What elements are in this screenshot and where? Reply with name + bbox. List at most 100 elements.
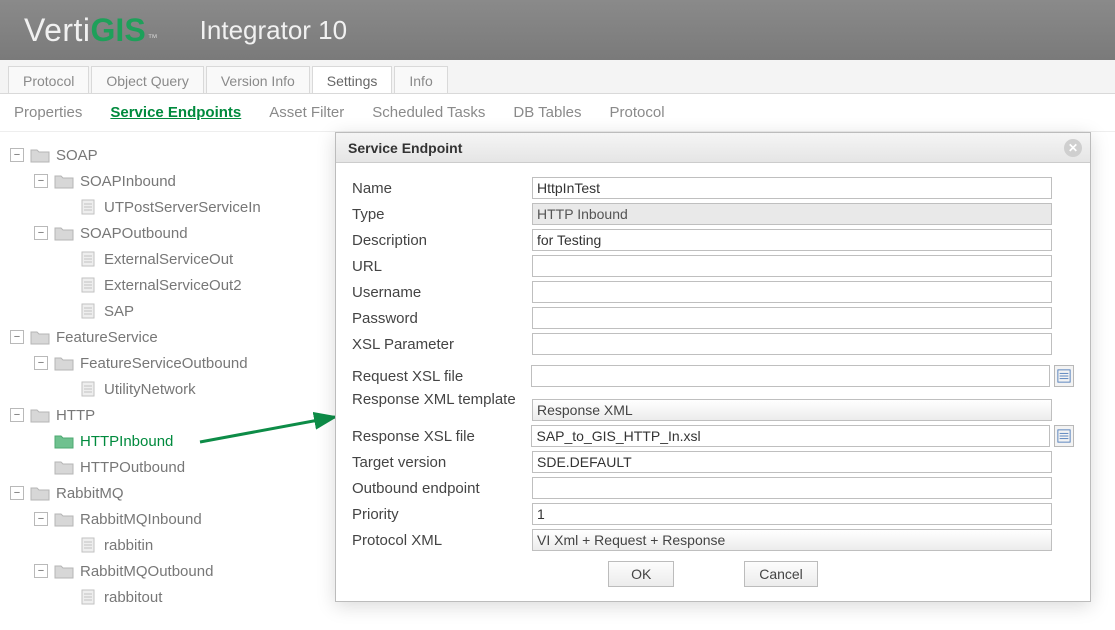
- url-label: URL: [352, 258, 532, 275]
- tab-info[interactable]: Info: [394, 66, 447, 93]
- subtab-protocol[interactable]: Protocol: [610, 104, 665, 121]
- tree-node-label[interactable]: rabbitin: [104, 537, 153, 554]
- file-icon: [78, 251, 98, 267]
- tree-node-rabbitmqinbound[interactable]: − RabbitMQInbound: [6, 506, 334, 532]
- tab-protocol[interactable]: Protocol: [8, 66, 89, 93]
- tree-node-rabbitin[interactable]: rabbitin: [6, 532, 334, 558]
- tree-node-rabbitmq[interactable]: − RabbitMQ: [6, 480, 334, 506]
- main-tabbar: ProtocolObject QueryVersion InfoSettings…: [0, 60, 1115, 94]
- tree-node-label[interactable]: rabbitout: [104, 589, 162, 606]
- description-input[interactable]: [532, 229, 1052, 251]
- response-xsl-input[interactable]: [531, 425, 1050, 447]
- tree-node-label[interactable]: HTTPOutbound: [80, 459, 185, 476]
- tree-spacer: [58, 200, 72, 214]
- folder-icon: [54, 459, 74, 475]
- priority-input[interactable]: [532, 503, 1052, 525]
- xsl-parameter-input[interactable]: [532, 333, 1052, 355]
- folder-icon: [54, 355, 74, 371]
- chevron-down-icon: [1029, 401, 1047, 419]
- tree-node-featureserviceoutbound[interactable]: − FeatureServiceOutbound: [6, 350, 334, 376]
- dialog-header: Service Endpoint ✕: [336, 133, 1090, 163]
- tree-node-label[interactable]: ExternalServiceOut2: [104, 277, 242, 294]
- protocol-xml-select[interactable]: VI Xml + Request + Response: [532, 529, 1052, 551]
- url-input[interactable]: [532, 255, 1052, 277]
- tree-node-label[interactable]: FeatureServiceOutbound: [80, 355, 248, 372]
- tree-node-soapinbound[interactable]: − SOAPInbound: [6, 168, 334, 194]
- response-xml-label: Response XML template: [352, 391, 532, 409]
- tree-node-http[interactable]: − HTTP: [6, 402, 334, 428]
- tree-node-httpinbound[interactable]: HTTPInbound: [6, 428, 334, 454]
- browse-request-xsl-button[interactable]: [1054, 365, 1074, 387]
- name-input[interactable]: [532, 177, 1052, 199]
- tree-spacer: [58, 382, 72, 396]
- tree-node-label[interactable]: UTPostServerServiceIn: [104, 199, 261, 216]
- tab-settings[interactable]: Settings: [312, 66, 393, 93]
- protocol-xml-value: VI Xml + Request + Response: [537, 532, 725, 548]
- collapse-icon[interactable]: −: [34, 174, 48, 188]
- tree-node-utpostserverservicein[interactable]: UTPostServerServiceIn: [6, 194, 334, 220]
- collapse-icon[interactable]: −: [34, 226, 48, 240]
- tree-node-rabbitout[interactable]: rabbitout: [6, 584, 334, 610]
- collapse-icon[interactable]: −: [10, 408, 24, 422]
- collapse-icon[interactable]: −: [34, 512, 48, 526]
- tree-node-soap[interactable]: − SOAP: [6, 142, 334, 168]
- response-xml-select[interactable]: Response XML: [532, 399, 1052, 421]
- tree-node-label[interactable]: SOAPInbound: [80, 173, 176, 190]
- subtab-db-tables[interactable]: DB Tables: [513, 104, 581, 121]
- tree-node-label[interactable]: RabbitMQ: [56, 485, 124, 502]
- username-input[interactable]: [532, 281, 1052, 303]
- tree-node-label[interactable]: ExternalServiceOut: [104, 251, 233, 268]
- tree-node-externalserviceout2[interactable]: ExternalServiceOut2: [6, 272, 334, 298]
- tree-node-utilitynetwork[interactable]: UtilityNetwork: [6, 376, 334, 402]
- tree-node-label[interactable]: SOAP: [56, 147, 98, 164]
- folder-icon: [54, 563, 74, 579]
- tree-node-label[interactable]: RabbitMQOutbound: [80, 563, 213, 580]
- folder-icon: [30, 147, 50, 163]
- tree-node-sap[interactable]: SAP: [6, 298, 334, 324]
- logo-part1: Verti: [24, 12, 91, 49]
- tree-node-label[interactable]: HTTP: [56, 407, 95, 424]
- tree-node-soapoutbound[interactable]: − SOAPOutbound: [6, 220, 334, 246]
- password-input[interactable]: [532, 307, 1052, 329]
- tree-node-label[interactable]: UtilityNetwork: [104, 381, 196, 398]
- dialog-button-row: OK Cancel: [352, 555, 1074, 587]
- collapse-icon[interactable]: −: [10, 486, 24, 500]
- tree-node-httpoutbound[interactable]: HTTPOutbound: [6, 454, 334, 480]
- tree-node-label[interactable]: SOAPOutbound: [80, 225, 188, 242]
- collapse-icon[interactable]: −: [34, 564, 48, 578]
- sub-tabbar: Properties Service Endpoints Asset Filter S…: [0, 94, 1115, 132]
- tree-node-label[interactable]: SAP: [104, 303, 134, 320]
- tree-spacer: [58, 538, 72, 552]
- tree-node-rabbitmqoutbound[interactable]: − RabbitMQOutbound: [6, 558, 334, 584]
- tab-version-info[interactable]: Version Info: [206, 66, 310, 93]
- collapse-icon[interactable]: −: [34, 356, 48, 370]
- request-xsl-input[interactable]: [531, 365, 1050, 387]
- target-version-input[interactable]: [532, 451, 1052, 473]
- subtab-asset-filter[interactable]: Asset Filter: [269, 104, 344, 121]
- target-version-label: Target version: [352, 454, 532, 471]
- response-xsl-label: Response XSL file: [352, 428, 531, 445]
- tree-spacer: [58, 278, 72, 292]
- logo-tm: ™: [148, 33, 158, 44]
- app-title: Integrator 10: [200, 15, 347, 46]
- tab-object-query[interactable]: Object Query: [91, 66, 203, 93]
- dialog-title: Service Endpoint: [348, 140, 462, 156]
- content-area: −SOAP−SOAPInboundUTPostServerServiceIn−S…: [0, 132, 1115, 620]
- collapse-icon[interactable]: −: [10, 330, 24, 344]
- tree-node-externalserviceout[interactable]: ExternalServiceOut: [6, 246, 334, 272]
- chevron-down-icon: [1029, 531, 1047, 549]
- subtab-service-endpoints[interactable]: Service Endpoints: [110, 104, 241, 121]
- subtab-properties[interactable]: Properties: [14, 104, 82, 121]
- tree-node-featureservice[interactable]: − FeatureService: [6, 324, 334, 350]
- tree-node-label[interactable]: HTTPInbound: [80, 433, 173, 450]
- subtab-scheduled-tasks[interactable]: Scheduled Tasks: [372, 104, 485, 121]
- tree-node-label[interactable]: RabbitMQInbound: [80, 511, 202, 528]
- close-icon[interactable]: ✕: [1064, 139, 1082, 157]
- file-icon: [78, 537, 98, 553]
- tree-node-label[interactable]: FeatureService: [56, 329, 158, 346]
- ok-button[interactable]: OK: [608, 561, 674, 587]
- browse-response-xsl-button[interactable]: [1054, 425, 1074, 447]
- cancel-button[interactable]: Cancel: [744, 561, 818, 587]
- outbound-endpoint-input[interactable]: [532, 477, 1052, 499]
- collapse-icon[interactable]: −: [10, 148, 24, 162]
